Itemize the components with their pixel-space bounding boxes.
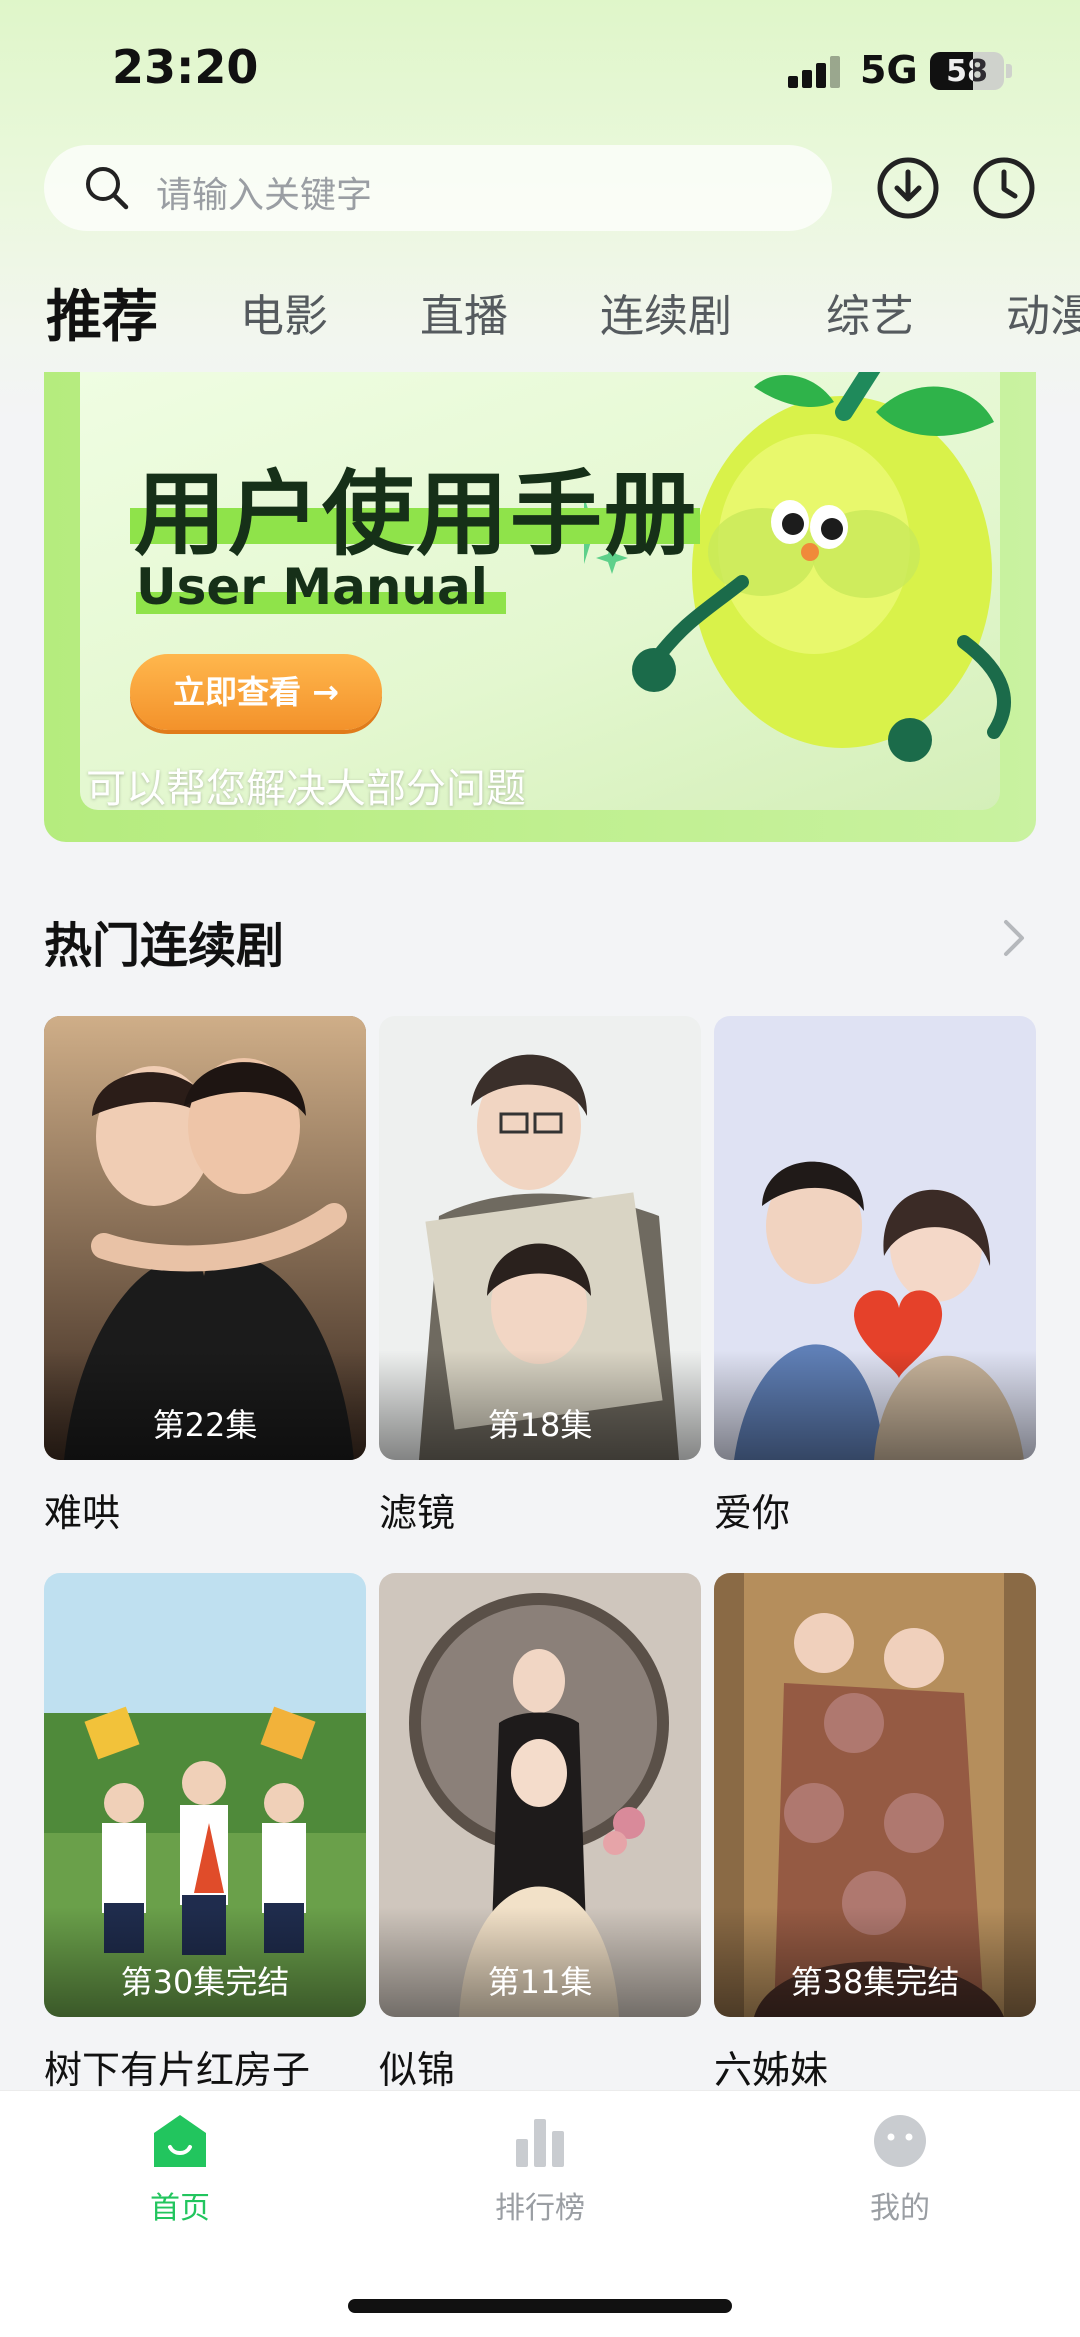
- nav-ranking-label: 排行榜: [495, 2191, 585, 2226]
- app-screen: 23:20 5G 58 请输入关键字 推荐 电影 直播 连续剧 综艺 动漫 用户…: [0, 0, 1080, 2337]
- section-title: 热门连续剧: [44, 918, 285, 974]
- drama-poster[interactable]: [714, 1016, 1036, 1460]
- tab-live[interactable]: 直播: [420, 280, 508, 344]
- status-bar: 23:20 5G 58: [0, 0, 1080, 140]
- nav-ranking[interactable]: 排行榜: [440, 2113, 640, 2227]
- banner-caption: 可以帮您解决大部分问题: [86, 766, 526, 812]
- status-time: 23:20: [112, 40, 259, 94]
- episode-badge: 第38集完结: [790, 1963, 960, 2001]
- drama-card[interactable]: 第22集 难哄: [44, 1016, 366, 1537]
- battery-tip: [1006, 64, 1012, 78]
- banner-title: 用户使用手册: [134, 461, 699, 568]
- network-type: 5G: [860, 48, 918, 92]
- tab-series[interactable]: 连续剧: [600, 280, 732, 344]
- history-clock-icon[interactable]: [972, 156, 1036, 220]
- nav-home-label: 首页: [150, 2191, 210, 2226]
- drama-card[interactable]: 第38集完结 六姊妹: [714, 1573, 1036, 2094]
- drama-title: 滤镜: [379, 1491, 456, 1535]
- tab-recommend[interactable]: 推荐: [46, 272, 158, 353]
- drama-card[interactable]: 第30集完结 树下有片红房子: [44, 1573, 366, 2094]
- battery-percent: 58: [946, 54, 988, 89]
- episode-badge: 第22集: [152, 1406, 258, 1444]
- episode-badge: 第30集完结: [120, 1963, 290, 2001]
- search-input[interactable]: 请输入关键字: [44, 145, 832, 231]
- drama-title: 难哄: [44, 1491, 121, 1535]
- home-icon: [154, 2115, 206, 2167]
- search-icon: [86, 167, 129, 210]
- tab-variety[interactable]: 综艺: [826, 280, 914, 344]
- view-now-button[interactable]: 立即查看 →: [130, 654, 382, 730]
- drama-card[interactable]: 爱你: [714, 1016, 1036, 1537]
- drama-title: 爱你: [714, 1491, 791, 1535]
- search-placeholder: 请输入关键字: [156, 175, 373, 216]
- poster-shade: [714, 1350, 1036, 1460]
- promo-banner[interactable]: 用户使用手册 User Manual 立即查看 → 可以帮您解决大部分问题: [44, 372, 1036, 842]
- drama-poster[interactable]: 第38集完结: [714, 1573, 1036, 2017]
- tab-movies[interactable]: 电影: [240, 280, 328, 344]
- banner-subtitle: User Manual: [136, 558, 488, 616]
- nav-profile-label: 我的: [870, 2191, 930, 2226]
- profile-face-icon: [874, 2115, 926, 2167]
- nav-profile[interactable]: 我的: [800, 2113, 1000, 2227]
- drama-title: 树下有片红房子: [44, 2048, 311, 2092]
- home-indicator: [348, 2299, 732, 2313]
- episode-badge: 第11集: [487, 1963, 593, 2001]
- download-icon[interactable]: [876, 156, 940, 220]
- drama-poster[interactable]: 第18集: [379, 1016, 701, 1460]
- battery-icon: 58: [930, 52, 1004, 90]
- category-tabs: 推荐 电影 直播 连续剧 综艺 动漫: [0, 262, 1080, 352]
- drama-title: 六姊妹: [714, 2048, 829, 2092]
- drama-poster[interactable]: 第11集: [379, 1573, 701, 2017]
- drama-card[interactable]: 第18集 滤镜: [379, 1016, 701, 1537]
- drama-poster[interactable]: 第22集: [44, 1016, 366, 1460]
- bar-chart-icon: [516, 2119, 564, 2167]
- signal-icon: [788, 56, 842, 88]
- chevron-right-icon[interactable]: [996, 916, 1032, 960]
- drama-title: 似锦: [379, 2048, 456, 2092]
- drama-poster[interactable]: 第30集完结: [44, 1573, 366, 2017]
- tab-anime[interactable]: 动漫: [1006, 280, 1080, 344]
- episode-badge: 第18集: [487, 1406, 593, 1444]
- nav-home[interactable]: 首页: [80, 2113, 280, 2227]
- drama-card[interactable]: 第11集 似锦: [379, 1573, 701, 2094]
